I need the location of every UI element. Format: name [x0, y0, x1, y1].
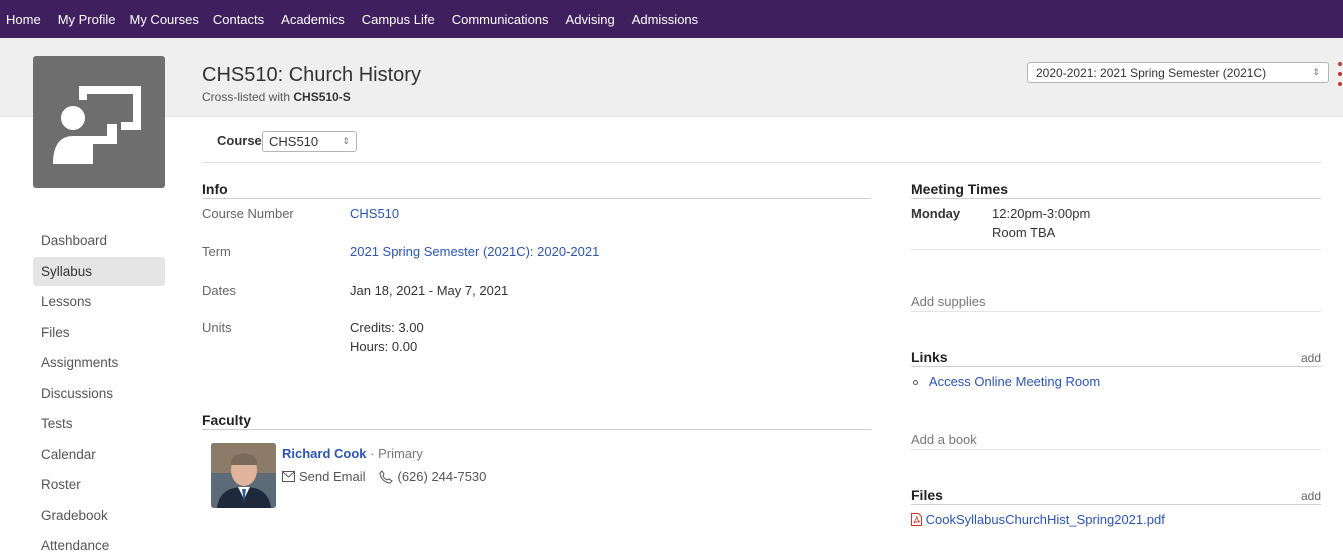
divider — [911, 311, 1321, 312]
crosslisted-code: CHS510-S — [293, 90, 351, 104]
term-select[interactable]: 2020-2021: 2021 Spring Semester (2021C) … — [1027, 62, 1329, 83]
course-icon — [33, 56, 165, 188]
course-picker-label: Course — [217, 133, 262, 148]
divider — [202, 162, 1321, 163]
meeting-time: 12:20pm-3:00pm — [992, 206, 1091, 221]
nav-academics[interactable]: Academics — [281, 12, 345, 27]
nav-contacts[interactable]: Contacts — [213, 12, 264, 27]
select-arrows-icon: ⇕ — [342, 136, 350, 146]
info-heading: Info — [202, 181, 871, 199]
nav-my-courses[interactable]: My Courses — [129, 12, 198, 27]
bullet-icon — [913, 380, 918, 386]
faculty-contact: Send Email (626) 244-7530 — [282, 469, 486, 484]
meeting-day: Monday — [911, 206, 961, 221]
send-email-link[interactable]: Send Email — [299, 469, 365, 484]
online-meeting-link[interactable]: Access Online Meeting Room — [929, 374, 1100, 389]
info-label: Course Number — [202, 206, 294, 221]
sidebar-item-roster[interactable]: Roster — [33, 470, 165, 499]
sidebar-item-assignments[interactable]: Assignments — [33, 348, 165, 377]
nav-advising[interactable]: Advising — [566, 12, 615, 27]
term-select-value: 2020-2021: 2021 Spring Semester (2021C) — [1036, 65, 1267, 80]
add-link-button[interactable]: add — [1301, 351, 1321, 365]
add-file-button[interactable]: add — [1301, 489, 1321, 503]
crosslisted-prefix: Cross-listed with — [202, 90, 291, 104]
info-value: Jan 18, 2021 - May 7, 2021 — [350, 283, 509, 298]
info-label: Dates — [202, 283, 236, 298]
top-nav: Home My Profile My Courses Contacts Acad… — [0, 0, 1343, 38]
syllabus-file-link[interactable]: CookSyllabusChurchHist_Spring2021.pdf — [926, 512, 1165, 527]
faculty-name-line: Richard Cook · Primary — [282, 446, 423, 461]
files-heading-text: Files — [911, 487, 943, 503]
more-menu-icon[interactable] — [1337, 59, 1343, 89]
sidebar-item-calendar[interactable]: Calendar — [33, 440, 165, 469]
faculty-role: · Primary — [370, 446, 423, 461]
course-number-link[interactable]: CHS510 — [350, 206, 399, 221]
links-heading: Links add — [911, 349, 1321, 367]
envelope-icon — [282, 471, 295, 482]
faculty-name-link[interactable]: Richard Cook — [282, 446, 367, 461]
info-label: Units — [202, 320, 232, 335]
course-select-value: CHS510 — [269, 134, 319, 149]
pdf-icon — [911, 513, 922, 526]
page-title: CHS510: Church History — [202, 64, 421, 86]
avatar — [211, 443, 276, 508]
term-link[interactable]: 2021 Spring Semester (2021C): 2020-2021 — [350, 244, 599, 259]
sidebar-item-attendance[interactable]: Attendance — [33, 531, 165, 552]
list-item: Access Online Meeting Room — [913, 374, 1100, 389]
nav-admissions[interactable]: Admissions — [632, 12, 698, 27]
files-heading: Files add — [911, 487, 1321, 505]
add-supplies-link[interactable]: Add supplies — [911, 294, 985, 309]
links-heading-text: Links — [911, 349, 948, 365]
faculty-heading: Faculty — [202, 412, 871, 430]
meeting-times-heading: Meeting Times — [911, 181, 1321, 199]
info-label: Term — [202, 244, 231, 259]
phone-icon — [379, 469, 394, 484]
sidebar: Dashboard Syllabus Lessons Files Assignm… — [33, 226, 165, 552]
sidebar-item-gradebook[interactable]: Gradebook — [33, 501, 165, 530]
divider — [911, 449, 1321, 450]
teacher-board-icon — [53, 86, 141, 164]
meeting-room: Room TBA — [992, 225, 1056, 240]
nav-campus-life[interactable]: Campus Life — [362, 12, 435, 27]
sidebar-item-files[interactable]: Files — [33, 318, 165, 347]
divider — [911, 249, 1321, 250]
sidebar-item-tests[interactable]: Tests — [33, 409, 165, 438]
course-select[interactable]: CHS510 ⇕ — [262, 131, 357, 152]
add-book-link[interactable]: Add a book — [911, 432, 977, 447]
nav-home[interactable]: Home — [6, 12, 41, 27]
sidebar-item-dashboard[interactable]: Dashboard — [33, 226, 165, 255]
info-value: Hours: 0.00 — [350, 339, 418, 354]
sidebar-item-discussions[interactable]: Discussions — [33, 379, 165, 408]
crosslisted-note: Cross-listed with CHS510-S — [202, 90, 351, 104]
nav-communications[interactable]: Communications — [452, 12, 549, 27]
select-arrows-icon: ⇕ — [1312, 67, 1320, 77]
faculty-phone: (626) 244-7530 — [397, 469, 487, 484]
sidebar-item-syllabus[interactable]: Syllabus — [33, 256, 165, 286]
file-item: CookSyllabusChurchHist_Spring2021.pdf — [911, 512, 1165, 527]
nav-my-profile[interactable]: My Profile — [58, 12, 116, 27]
sidebar-item-lessons[interactable]: Lessons — [33, 287, 165, 316]
info-value: Credits: 3.00 — [350, 320, 424, 335]
